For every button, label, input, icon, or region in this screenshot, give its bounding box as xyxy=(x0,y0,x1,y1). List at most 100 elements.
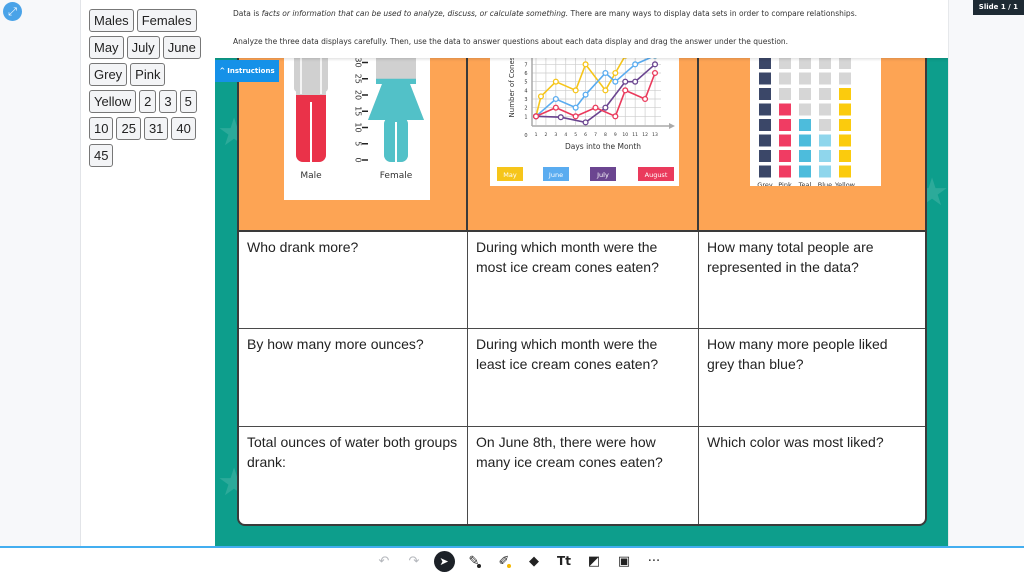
data-point-may xyxy=(612,69,619,77)
pictograph-square-yellow xyxy=(839,72,851,85)
question-cell[interactable]: During which month were the least ice cr… xyxy=(468,329,699,427)
pictograph-square-blue xyxy=(819,72,831,85)
scale-tick-label: 15 xyxy=(354,106,363,116)
pictograph-square-blue xyxy=(819,134,831,147)
answer-chip[interactable]: 10 xyxy=(89,117,114,140)
pictograph-square-grey xyxy=(759,119,771,131)
y-tick-label: 0 xyxy=(524,133,527,139)
question-cell[interactable]: By how many more ounces? xyxy=(239,329,468,427)
answer-chip[interactable]: June xyxy=(162,36,201,59)
answer-chip[interactable]: Grey xyxy=(89,63,128,86)
data-point-august xyxy=(651,69,659,77)
pictograph-label: Yellow xyxy=(834,181,856,186)
answer-chip[interactable]: Females xyxy=(136,9,197,32)
answer-chip[interactable]: 2 xyxy=(139,90,157,113)
data-point-may xyxy=(537,93,545,100)
question-cell[interactable]: During which month were the most ice cre… xyxy=(468,232,699,329)
y-tick-label: 5 xyxy=(524,80,527,86)
y-tick-label: 2 xyxy=(524,106,527,112)
x-tick-label: 6 xyxy=(584,132,587,138)
pictograph-square-teal xyxy=(799,103,811,116)
pictograph-square-yellow xyxy=(839,150,851,162)
worksheet: 0510152025303540MaleFemale Eaten by Mont… xyxy=(237,20,927,526)
data-point-july xyxy=(602,104,609,111)
answer-chip[interactable]: Males xyxy=(89,9,134,32)
answer-chip[interactable]: Pink xyxy=(130,63,166,86)
x-tick-label: 3 xyxy=(554,132,557,138)
x-tick-label: 7 xyxy=(594,132,597,138)
color-dot xyxy=(507,564,511,568)
expand-arrows-icon[interactable]: ⤢ xyxy=(3,2,22,21)
redo-button[interactable]: ↷ xyxy=(399,548,429,574)
data-point-june xyxy=(612,78,619,85)
question-cell[interactable]: How many more people liked grey than blu… xyxy=(699,329,925,427)
answer-chip[interactable]: July xyxy=(126,36,160,59)
pictograph-square-pink xyxy=(779,103,791,116)
shapes-icon: ◩ xyxy=(587,553,601,569)
answer-chip[interactable]: 5 xyxy=(179,90,197,113)
x-tick-label: 9 xyxy=(614,132,617,138)
highlighter-tool[interactable]: ✐ xyxy=(489,548,519,574)
question-cell[interactable]: On June 8th, there were how many ice cre… xyxy=(468,427,699,524)
pictograph-square-grey xyxy=(759,72,771,85)
pictograph-label: Grey xyxy=(757,181,773,186)
cursor-icon: ➤ xyxy=(433,550,455,572)
instructions-line-1: Data is facts or information that can be… xyxy=(233,9,857,18)
pictograph-label: Teal xyxy=(798,181,812,186)
pictograph-square-blue xyxy=(819,103,831,116)
x-tick-label: 10 xyxy=(622,132,628,138)
x-tick-label: 5 xyxy=(574,132,577,138)
questions-grid: Who drank more? During which month were t… xyxy=(239,232,925,524)
pictograph-square-grey xyxy=(759,103,771,116)
eraser-tool[interactable]: ◆ xyxy=(519,548,549,574)
pictograph-label: Pink xyxy=(778,181,792,186)
y-tick-label: 7 xyxy=(524,62,527,68)
data-point-july xyxy=(651,61,659,68)
undo-button[interactable]: ↶ xyxy=(369,548,399,574)
answer-chip[interactable]: May xyxy=(89,36,124,59)
scale-tick-label: 25 xyxy=(354,74,363,84)
pictograph-square-pink xyxy=(779,119,791,131)
answer-chip[interactable]: 45 xyxy=(89,144,114,167)
answer-chip[interactable]: 40 xyxy=(171,117,196,140)
select-tool[interactable]: ➤ xyxy=(429,548,459,574)
data-point-august xyxy=(642,95,649,103)
data-point-may xyxy=(552,78,559,85)
pictograph-square-teal xyxy=(799,134,811,147)
question-cell[interactable]: Total ounces of water both groups drank: xyxy=(239,427,468,524)
data-point-july xyxy=(557,114,564,121)
pen-tool[interactable]: ✎ xyxy=(459,548,489,574)
pictograph-square-grey xyxy=(759,134,771,147)
image-tool[interactable]: ▣ xyxy=(609,548,639,574)
pictograph-square-teal xyxy=(799,88,811,100)
pictograph-square-blue xyxy=(819,150,831,162)
pictograph-square-blue xyxy=(819,57,831,69)
answer-chip[interactable]: 3 xyxy=(159,90,177,113)
pictograph-square-yellow xyxy=(839,88,851,100)
shape-tool[interactable]: ◩ xyxy=(579,548,609,574)
legend-label: July xyxy=(596,171,609,179)
app: ⤢ Males Females May July June Grey Pink Yellow 2… xyxy=(0,0,1024,574)
question-cell[interactable]: How many total people are represented in… xyxy=(699,232,925,329)
x-tick-label: 1 xyxy=(535,132,538,138)
question-cell[interactable]: Who drank more? xyxy=(239,232,468,329)
data-point-july xyxy=(632,78,639,85)
data-point-july xyxy=(622,78,629,85)
data-point-august xyxy=(592,104,599,111)
instructions-toggle-button[interactable]: ^ Instructions xyxy=(215,60,279,82)
text-tool[interactable]: Tt xyxy=(549,548,579,574)
question-cell[interactable]: Which color was most liked? xyxy=(699,427,925,524)
more-button[interactable]: ··· xyxy=(639,548,669,574)
pictograph-square-grey xyxy=(759,150,771,162)
pictograph-square-grey xyxy=(759,165,771,178)
y-tick-label: 4 xyxy=(524,88,527,94)
data-point-june xyxy=(572,104,579,111)
x-tick-label: 8 xyxy=(604,132,607,138)
answer-chip[interactable]: Yellow xyxy=(89,90,137,113)
answer-chip[interactable]: 25 xyxy=(116,117,141,140)
pictograph-square-grey xyxy=(759,88,771,100)
data-point-may xyxy=(582,61,589,68)
pictograph-square-teal xyxy=(799,165,811,178)
y-tick-label: 3 xyxy=(524,97,527,103)
answer-chip[interactable]: 31 xyxy=(143,117,169,140)
